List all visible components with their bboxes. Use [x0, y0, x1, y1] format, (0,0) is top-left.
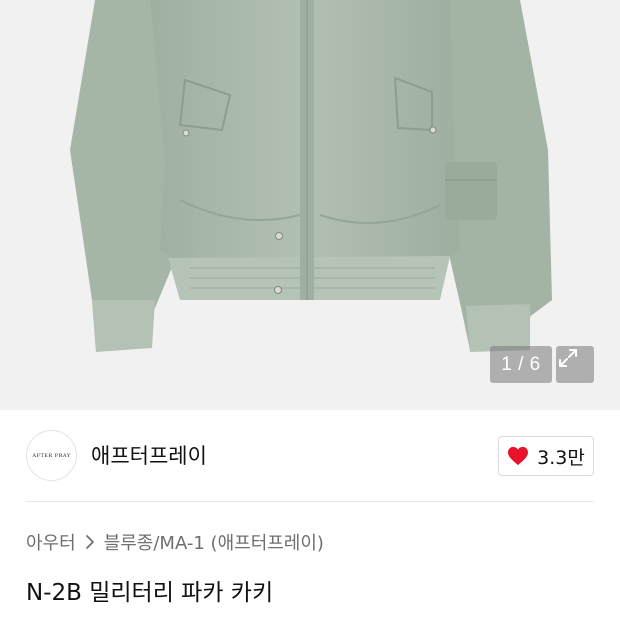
breadcrumb-category[interactable]: 아우터 — [26, 529, 76, 555]
product-image-gallery[interactable]: 1 / 6 — [0, 0, 620, 410]
like-count: 3.3만 — [537, 446, 585, 469]
expand-icon — [559, 349, 577, 367]
brand-logo[interactable]: AFTER PRAY — [26, 430, 77, 481]
section-divider — [26, 501, 594, 502]
like-button[interactable]: 3.3만 — [498, 436, 594, 476]
breadcrumb-subcategory[interactable]: 블루종/MA-1 (애프터프레이) — [104, 529, 324, 555]
image-page-counter: 1 / 6 — [490, 346, 552, 383]
product-title: N-2B 밀리터리 파카 카키 — [26, 580, 274, 606]
breadcrumb: 아우터 블루종/MA-1 (애프터프레이) — [26, 529, 324, 555]
brand-logo-text: AFTER PRAY — [32, 452, 71, 459]
expand-image-button[interactable] — [556, 346, 594, 383]
brand-row: AFTER PRAY 애프터프레이 3.3만 — [0, 410, 620, 502]
brand-name-link[interactable]: 애프터프레이 — [91, 440, 207, 470]
heart-icon — [508, 446, 529, 466]
chevron-right-icon — [85, 535, 94, 549]
